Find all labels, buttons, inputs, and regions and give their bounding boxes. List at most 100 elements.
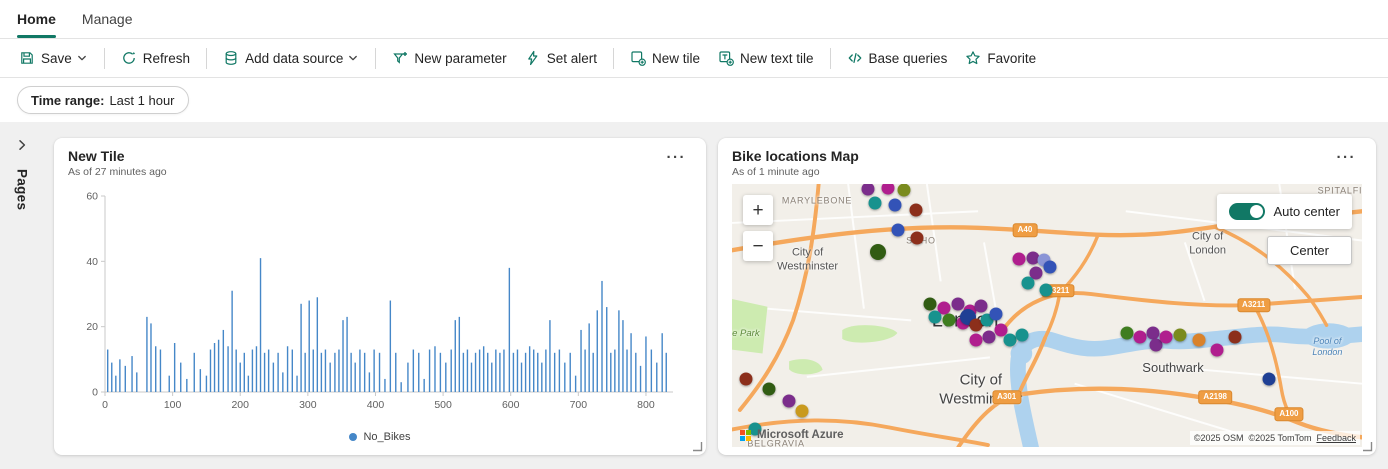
star-icon (965, 50, 981, 66)
x-axis-tick-label: 700 (570, 399, 588, 411)
map-zoom-controls: + − (743, 195, 773, 261)
bike-location-marker[interactable] (869, 197, 882, 210)
more-options-button[interactable]: ··· (661, 148, 693, 167)
bike-location-marker[interactable] (1044, 260, 1057, 273)
bike-location-marker[interactable] (1193, 333, 1206, 346)
tomtom-attribution: ©2025 TomTom (1248, 433, 1311, 443)
tile-header: New Tile As of 27 minutes ago ··· (68, 148, 692, 178)
auto-center-label: Auto center (1274, 204, 1341, 219)
auto-center-control: Auto center (1217, 194, 1353, 229)
map-controls: Auto center Center (1217, 194, 1353, 265)
zoom-in-button[interactable]: + (743, 195, 773, 225)
toolbar-divider (830, 48, 831, 69)
bike-location-marker[interactable] (951, 297, 964, 310)
tile-subtitle: As of 1 minute ago (732, 166, 859, 178)
tab-home-label: Home (17, 11, 56, 27)
bike-location-marker[interactable] (740, 372, 753, 385)
bike-location-marker[interactable] (943, 314, 956, 327)
bike-location-marker[interactable] (929, 311, 942, 324)
more-options-button[interactable]: ··· (1331, 148, 1363, 167)
tab-manage-label: Manage (82, 11, 133, 27)
refresh-button[interactable]: Refresh (112, 43, 199, 73)
bike-location-marker[interactable] (795, 404, 808, 417)
code-icon (847, 50, 863, 66)
y-axis-tick-label: 20 (86, 321, 98, 333)
base-queries-button[interactable]: Base queries (838, 43, 957, 73)
bike-location-marker[interactable] (989, 307, 1002, 320)
new-tile-icon (630, 50, 646, 66)
favorite-button-label: Favorite (987, 51, 1036, 66)
toolbar-divider (375, 48, 376, 69)
pages-rail: Pages (0, 122, 44, 469)
time-range-filter[interactable]: Time range: Last 1 hour (17, 86, 189, 114)
new-text-tile-button[interactable]: New text tile (709, 43, 823, 73)
center-button[interactable]: Center (1267, 236, 1352, 265)
bike-location-marker[interactable] (870, 244, 886, 260)
x-axis-tick-label: 0 (102, 399, 108, 411)
new-parameter-button-label: New parameter (414, 51, 506, 66)
tile-title: New Tile (68, 148, 167, 164)
bike-location-marker[interactable] (1211, 343, 1224, 356)
filter-bar: Time range: Last 1 hour (0, 78, 1388, 122)
base-queries-button-label: Base queries (869, 51, 948, 66)
bike-location-marker[interactable] (1228, 330, 1241, 343)
bike-location-marker[interactable] (1160, 330, 1173, 343)
legend-marker (349, 433, 357, 441)
bike-location-marker[interactable] (983, 330, 996, 343)
tile-new-tile: New Tile As of 27 minutes ago ··· 020406… (54, 138, 706, 455)
bike-location-marker[interactable] (783, 395, 796, 408)
save-button-label: Save (41, 51, 72, 66)
zoom-out-button[interactable]: − (743, 231, 773, 261)
azure-maps-logo: Microsoft Azure (740, 429, 843, 441)
bike-location-marker[interactable] (891, 223, 904, 236)
save-icon (19, 50, 35, 66)
x-axis-tick-label: 600 (502, 399, 520, 411)
x-axis-tick-label: 200 (231, 399, 249, 411)
dashboard-app: Home Manage Save Refresh Add data source Ne… (0, 0, 1388, 469)
bike-location-marker[interactable] (1121, 327, 1134, 340)
tab-manage[interactable]: Manage (82, 0, 133, 38)
bike-location-marker[interactable] (974, 299, 987, 312)
bike-location-marker[interactable] (1173, 328, 1186, 341)
resize-handle-icon[interactable] (1362, 441, 1373, 452)
bar-chart: 02040600100200300400500600700800 (71, 186, 689, 423)
bike-location-marker[interactable] (923, 297, 936, 310)
favorite-button[interactable]: Favorite (956, 43, 1045, 73)
new-tile-button[interactable]: New tile (621, 43, 709, 73)
chevron-right-icon (15, 138, 29, 155)
set-alert-button[interactable]: Set alert (516, 43, 606, 73)
bike-location-marker[interactable] (1262, 372, 1275, 385)
bike-location-marker[interactable] (970, 333, 983, 346)
dashboard-canvas: New Tile As of 27 minutes ago ··· 020406… (44, 122, 1388, 469)
tile-title: Bike locations Map (732, 148, 859, 164)
tile-bike-locations-map: Bike locations Map As of 1 minute ago ··… (718, 138, 1376, 455)
resize-handle-icon[interactable] (692, 441, 703, 452)
chevron-down-icon (347, 52, 359, 64)
map-canvas[interactable]: + − Auto center Center Microsoft Azure (732, 184, 1362, 447)
y-axis-tick-label: 60 (86, 191, 98, 203)
road-badge: A3211 (1237, 298, 1270, 312)
feedback-link[interactable]: Feedback (1316, 433, 1356, 443)
add-data-source-button[interactable]: Add data source (214, 43, 368, 73)
tab-home[interactable]: Home (17, 0, 56, 38)
bike-location-marker[interactable] (1016, 328, 1029, 341)
auto-center-toggle[interactable] (1229, 203, 1265, 220)
expand-pages-button[interactable] (11, 134, 33, 159)
bike-location-marker[interactable] (763, 382, 776, 395)
bike-location-marker[interactable] (911, 231, 924, 244)
bike-location-marker[interactable] (909, 204, 922, 217)
tile-subtitle: As of 27 minutes ago (68, 166, 167, 178)
bike-location-marker[interactable] (1022, 277, 1035, 290)
bike-location-marker[interactable] (1039, 284, 1052, 297)
bike-location-marker[interactable] (889, 199, 902, 212)
set-alert-button-label: Set alert (547, 51, 597, 66)
road-badge: A301 (992, 390, 1021, 404)
new-text-tile-button-label: New text tile (740, 51, 814, 66)
bike-location-marker[interactable] (1134, 330, 1147, 343)
new-parameter-button[interactable]: New parameter (383, 43, 515, 73)
save-button[interactable]: Save (10, 43, 97, 73)
bike-location-marker[interactable] (1012, 252, 1025, 265)
content-area: Pages New Tile As of 27 minutes ago ··· … (0, 122, 1388, 469)
road-badge: A100 (1274, 407, 1303, 421)
new-text-tile-icon (718, 50, 734, 66)
